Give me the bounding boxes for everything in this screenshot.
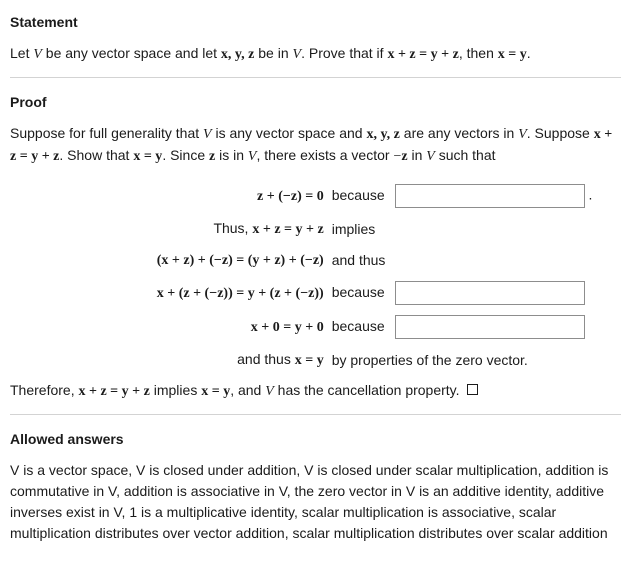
equation: x + z = y + z <box>252 222 323 237</box>
text: implies <box>150 382 201 398</box>
proof-steps: z + (−z) = 0 because . Thus, x + z = y +… <box>10 179 621 376</box>
text: . <box>527 45 531 61</box>
equation: z + (−z) = 0 <box>257 189 324 204</box>
statement-heading: Statement <box>10 12 621 33</box>
text: in <box>408 147 427 163</box>
proof-row: Thus, x + z = y + z implies <box>10 213 621 245</box>
text: is in <box>215 147 248 163</box>
text: , then <box>459 45 498 61</box>
period: . <box>588 187 592 203</box>
answer-input-3[interactable] <box>395 315 585 339</box>
divider <box>10 414 621 415</box>
answer-input-2[interactable] <box>395 281 585 305</box>
allowed-heading: Allowed answers <box>10 429 621 450</box>
text: , and <box>230 382 265 398</box>
text: . Show that <box>59 147 133 163</box>
answer-input-1[interactable] <box>395 184 585 208</box>
var-V: V <box>203 127 212 142</box>
text: Therefore, <box>10 382 78 398</box>
text: has the cancellation property. <box>274 382 464 398</box>
eq: x = y <box>133 149 162 164</box>
vars-xyz: x, y, z <box>221 47 254 62</box>
var-V: V <box>518 127 527 142</box>
eq: x + z = y + z <box>78 384 149 399</box>
var-V: V <box>426 149 435 164</box>
var-V: V <box>265 384 274 399</box>
proof-row: and thus x = y by properties of the zero… <box>10 344 621 376</box>
proof-row: x + 0 = y + 0 because <box>10 310 621 344</box>
divider <box>10 77 621 78</box>
text: . Suppose <box>527 125 594 141</box>
prefix: Thus, <box>213 220 252 236</box>
allowed-answers-text: V is a vector space, V is closed under a… <box>10 460 621 544</box>
conclusion: Therefore, x + z = y + z implies x = y, … <box>10 380 621 402</box>
proof-row: (x + z) + (−z) = (y + z) + (−z) and thus <box>10 245 621 276</box>
text: be in <box>254 45 292 61</box>
text: be any vector space and let <box>42 45 221 61</box>
equation: x + 0 = y + 0 <box>251 320 324 335</box>
neg-z: −z <box>393 149 407 164</box>
text: such that <box>435 147 496 163</box>
qed-box-icon <box>467 384 478 395</box>
text: Let <box>10 45 33 61</box>
eq: x + z = y + z <box>387 47 458 62</box>
text: , there exists a vector <box>256 147 393 163</box>
text: Suppose for full generality that <box>10 125 203 141</box>
reason-text: by properties of the zero vector. <box>332 352 528 368</box>
eq: x = y <box>498 47 527 62</box>
text: . Since <box>162 147 209 163</box>
reason-label: because <box>332 187 391 203</box>
equation: x + (z + (−z)) = y + (z + (−z)) <box>157 286 324 301</box>
reason-text: and thus <box>332 252 386 268</box>
proof-row: x + (z + (−z)) = y + (z + (−z)) because <box>10 276 621 310</box>
text: are any vectors in <box>400 125 518 141</box>
prefix: and thus <box>237 351 295 367</box>
vars-xyz: x, y, z <box>366 127 399 142</box>
proof-intro: Suppose for full generality that V is an… <box>10 123 621 167</box>
text: is any vector space and <box>212 125 367 141</box>
proof-heading: Proof <box>10 92 621 113</box>
reason-label: because <box>332 318 391 334</box>
equation: (x + z) + (−z) = (y + z) + (−z) <box>157 253 324 268</box>
var-V: V <box>33 47 42 62</box>
text: . Prove that if <box>301 45 387 61</box>
reason-label: because <box>332 284 391 300</box>
var-V: V <box>293 47 302 62</box>
reason-text: implies <box>332 221 376 237</box>
equation: x = y <box>295 353 324 368</box>
eq: x = y <box>201 384 230 399</box>
statement-text: Let V be any vector space and let x, y, … <box>10 43 621 65</box>
proof-row: z + (−z) = 0 because . <box>10 179 621 213</box>
